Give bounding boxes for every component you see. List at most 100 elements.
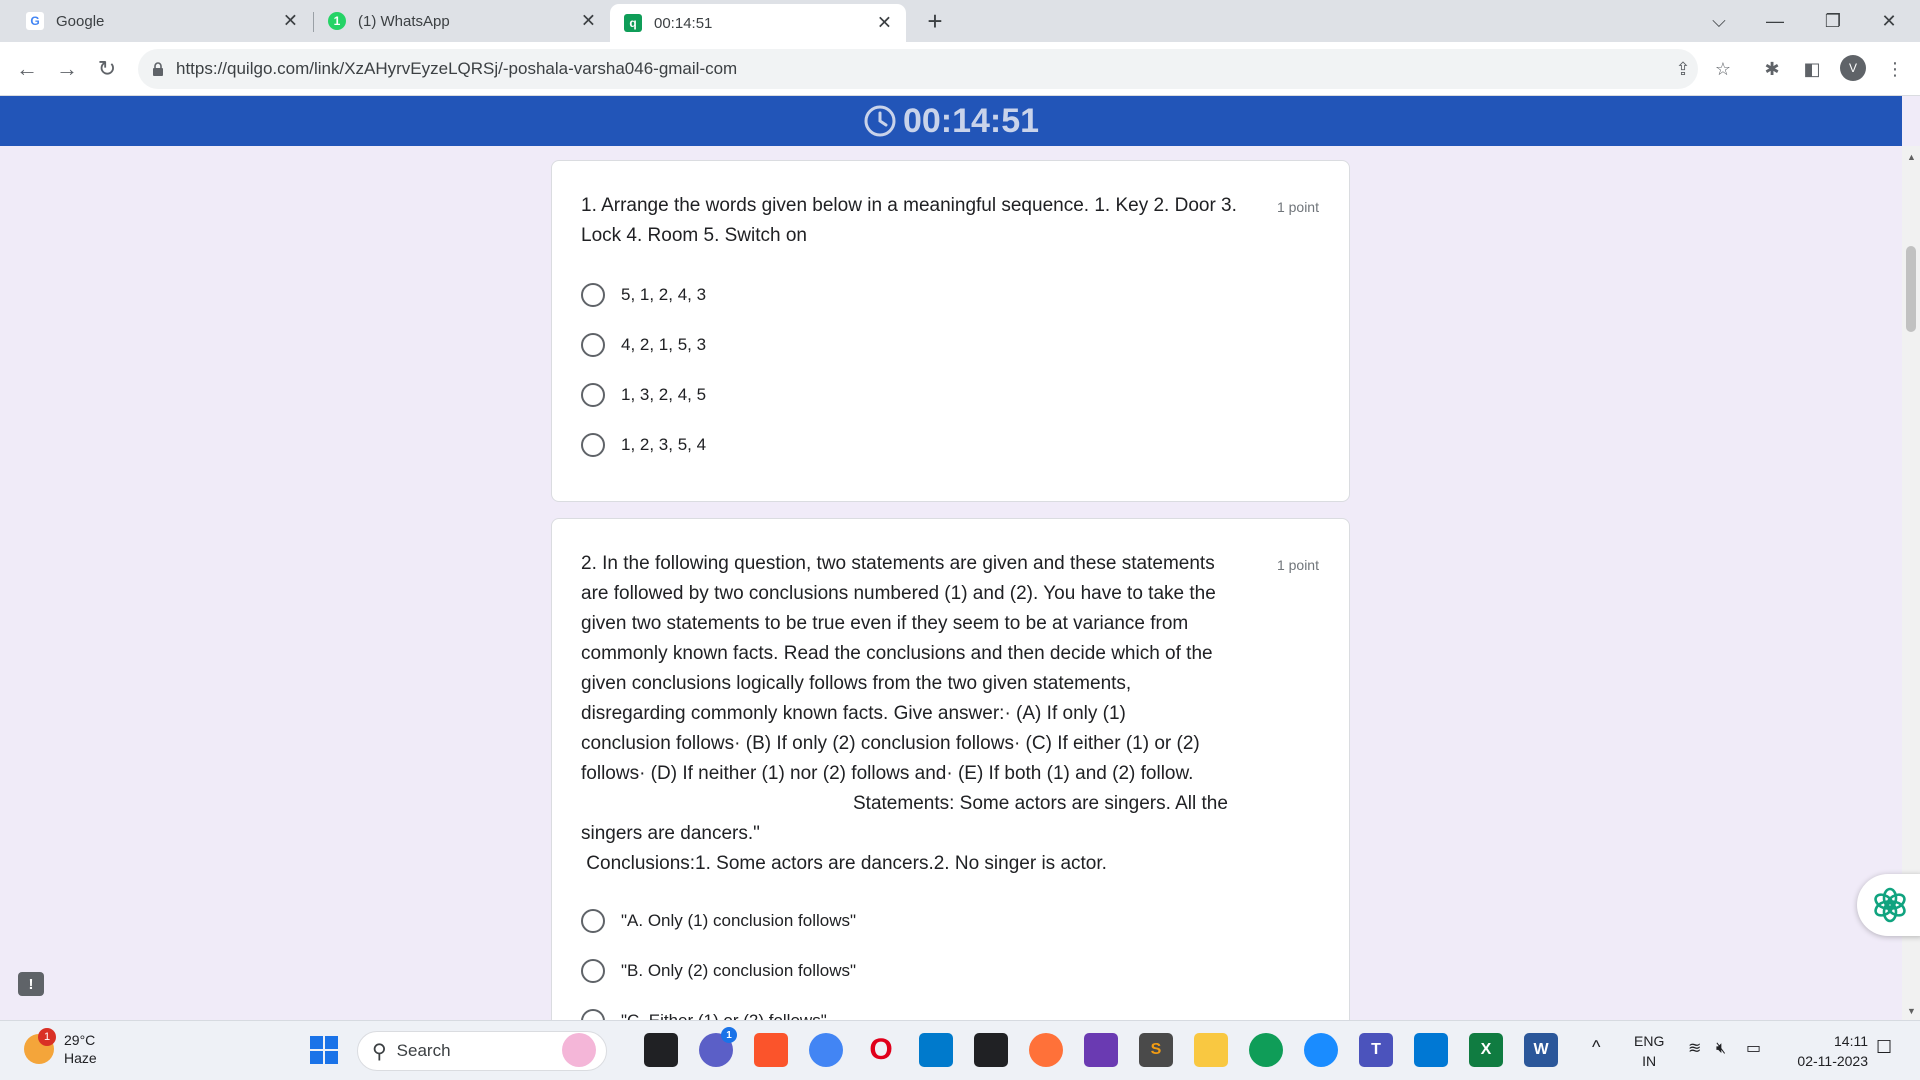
lock-icon — [153, 62, 163, 76]
question-text: 1. Arrange the words given below in a me… — [581, 195, 1237, 246]
question-line: Statements: Some actors are singers. All… — [853, 793, 1228, 814]
share-icon[interactable]: ⇪ — [1668, 54, 1698, 84]
language-line1: ENG — [1634, 1033, 1665, 1049]
quilgo-favicon-icon: q — [624, 14, 642, 32]
messenger-icon[interactable] — [1304, 1033, 1338, 1067]
radio-button[interactable] — [581, 959, 605, 983]
timer-display: 00:14:51 — [863, 102, 1039, 141]
question-line: conclusion follows· (B) If only (2) conc… — [581, 733, 1200, 754]
wifi-icon[interactable]: ≋ — [1688, 1039, 1701, 1059]
show-hidden-icons-icon[interactable]: ^ — [1592, 1037, 1600, 1057]
speaker-muted-icon[interactable]: 🔇︎ — [1716, 1039, 1726, 1059]
option-label: 1, 3, 2, 4, 5 — [621, 385, 707, 404]
tab-google[interactable]: G Google ✕ — [12, 0, 312, 42]
firefox-icon[interactable] — [1029, 1033, 1063, 1067]
teams-icon[interactable]: T — [1359, 1033, 1393, 1067]
restore-button[interactable]: ❐ — [1810, 0, 1856, 42]
chrome-icon[interactable] — [809, 1033, 843, 1067]
opera-icon[interactable]: O — [864, 1033, 898, 1067]
search-highlight-icon — [562, 1033, 596, 1067]
weather-desc: Haze — [64, 1050, 97, 1066]
points-label: 1 point — [1276, 199, 1319, 215]
weather-widget[interactable]: 1 29°C Haze — [24, 1028, 97, 1067]
back-button[interactable]: ← — [12, 54, 42, 84]
profile-avatar[interactable]: V — [1840, 55, 1866, 81]
edge-icon[interactable] — [1249, 1033, 1283, 1067]
weather-sun-icon: 1 — [24, 1028, 56, 1064]
feedback-icon[interactable]: ! — [18, 972, 44, 996]
close-tab-icon[interactable]: ✕ — [581, 11, 596, 32]
bookmark-star-icon[interactable]: ☆ — [1708, 54, 1738, 84]
notification-icon[interactable]: ☐ — [1876, 1037, 1892, 1057]
weather-alert-badge: 1 — [38, 1028, 56, 1046]
task-view-icon[interactable] — [644, 1033, 678, 1067]
winrar-icon[interactable] — [1084, 1033, 1118, 1067]
menu-kebab-icon[interactable]: ⋮ — [1880, 54, 1910, 84]
side-panel-icon[interactable]: ◧ — [1797, 54, 1827, 84]
new-tab-button[interactable]: + — [920, 6, 950, 36]
tab-whatsapp[interactable]: 1 (1) WhatsApp ✕ — [314, 0, 610, 42]
minimize-button[interactable]: — — [1752, 0, 1798, 42]
question-text: 2. In the following question, two statem… — [581, 549, 1281, 879]
timer-banner: 00:14:51 — [0, 96, 1902, 146]
question-card-2: 2. In the following question, two statem… — [551, 518, 1350, 1038]
timer-value: 00:14:51 — [902, 101, 1040, 140]
close-tab-icon[interactable]: ✕ — [877, 13, 892, 34]
option-radio[interactable]: 1, 2, 3, 5, 4 — [581, 433, 706, 457]
extensions-icon[interactable]: ✱ — [1757, 54, 1787, 84]
reload-button[interactable]: ↻ — [92, 54, 122, 84]
option-radio[interactable]: "B. Only (2) conclusion follows" — [581, 959, 856, 983]
radio-button[interactable] — [581, 333, 605, 357]
scroll-thumb[interactable] — [1906, 246, 1916, 332]
windows-taskbar: 1 29°C Haze ⚲ Search 1 O S T X W ^ ENG I… — [0, 1020, 1920, 1080]
weather-temp: 29°C — [64, 1032, 96, 1048]
question-card-1: 1. Arrange the words given below in a me… — [551, 160, 1350, 502]
question-line: Conclusions:1. Some actors are dancers.2… — [581, 853, 1107, 874]
battery-icon[interactable]: ▭ — [1746, 1039, 1761, 1059]
option-label: 4, 2, 1, 5, 3 — [621, 335, 707, 354]
language-indicator[interactable]: ENG IN — [1634, 1031, 1664, 1071]
question-line: singers are dancers." — [581, 823, 760, 844]
question-line: given two statements to be true even if … — [581, 613, 1189, 634]
option-radio[interactable]: "A. Only (1) conclusion follows" — [581, 909, 856, 933]
radio-button[interactable] — [581, 283, 605, 307]
teams-badge: 1 — [721, 1027, 737, 1043]
close-tab-icon[interactable]: ✕ — [283, 11, 298, 32]
address-bar[interactable]: https://quilgo.com/link/XzAHyrvEyzeLQRSj… — [138, 49, 1698, 89]
photos-icon[interactable] — [1414, 1033, 1448, 1067]
option-radio[interactable]: 1, 3, 2, 4, 5 — [581, 383, 706, 407]
tab-title: 00:14:51 — [654, 14, 713, 32]
question-line: disregarding commonly known facts. Give … — [581, 703, 1126, 724]
vscode-icon[interactable] — [919, 1033, 953, 1067]
assistant-widget-button[interactable] — [1857, 874, 1920, 936]
sublime-text-icon[interactable]: S — [1139, 1033, 1173, 1067]
whatsapp-favicon-icon: 1 — [328, 12, 346, 30]
option-radio[interactable]: 4, 2, 1, 5, 3 — [581, 333, 706, 357]
sticky-notes-icon[interactable] — [974, 1033, 1008, 1067]
file-explorer-icon[interactable] — [1194, 1033, 1228, 1067]
brave-icon[interactable] — [754, 1033, 788, 1067]
clock-time: 14:11 — [1834, 1033, 1868, 1049]
forward-button[interactable]: → — [52, 54, 82, 84]
tab-quilgo[interactable]: q 00:14:51 ✕ — [610, 4, 906, 42]
radio-button[interactable] — [581, 433, 605, 457]
search-placeholder: Search — [396, 1041, 451, 1060]
radio-button[interactable] — [581, 383, 605, 407]
url-text: https://quilgo.com/link/XzAHyrvEyzeLQRSj… — [176, 59, 738, 78]
scroll-down-icon[interactable]: ▼ — [1907, 1006, 1916, 1016]
close-window-button[interactable]: ✕ — [1866, 0, 1912, 42]
teams-chat-icon[interactable]: 1 — [699, 1027, 737, 1067]
points-label: 1 point — [1276, 557, 1319, 573]
excel-icon[interactable]: X — [1469, 1033, 1503, 1067]
word-icon[interactable]: W — [1524, 1033, 1558, 1067]
tab-title: (1) WhatsApp — [358, 12, 450, 30]
clock-date: 02-11-2023 — [1797, 1053, 1868, 1069]
option-radio[interactable]: 5, 1, 2, 4, 3 — [581, 283, 706, 307]
question-line: 2. In the following question, two statem… — [581, 553, 1215, 574]
tab-search-icon[interactable]: ⌵ — [1696, 0, 1742, 42]
clock-icon — [864, 105, 896, 137]
windows-start-icon[interactable] — [307, 1033, 341, 1067]
system-clock[interactable]: 14:11 02-11-2023 — [1784, 1031, 1868, 1071]
scroll-up-icon[interactable]: ▲ — [1907, 152, 1916, 162]
radio-button[interactable] — [581, 909, 605, 933]
